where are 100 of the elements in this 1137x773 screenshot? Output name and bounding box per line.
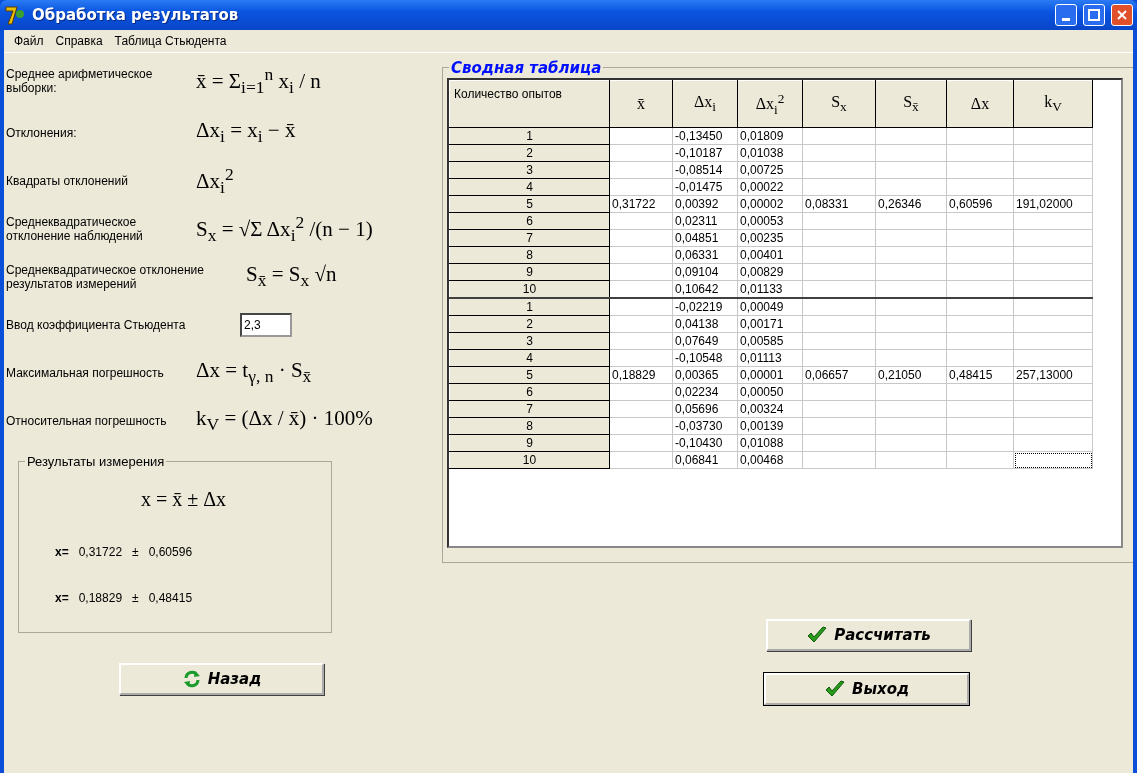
field-label: Ввод коэффициента Стьюдента — [5, 318, 187, 332]
formula-label: Отклонения: — [5, 126, 78, 140]
result-error: 0,60596 — [148, 545, 193, 559]
table-cell: 0,00171 — [737, 315, 803, 333]
menu-item[interactable]: Таблица Стьюдента — [108, 34, 233, 48]
table-cell: 0,00022 — [737, 178, 803, 196]
table-cell — [609, 315, 673, 333]
table-cell — [609, 417, 673, 435]
table-cell: 0,00829 — [737, 263, 803, 281]
table-cell — [946, 383, 1014, 401]
table-cell: 0,01113 — [737, 349, 803, 367]
exit-button[interactable]: Выход — [764, 673, 969, 705]
table-cell — [609, 434, 673, 452]
column-header[interactable]: Δx — [946, 80, 1014, 128]
close-button[interactable] — [1111, 4, 1133, 26]
table-cell — [946, 178, 1014, 196]
table-cell — [609, 212, 673, 230]
table-cell — [946, 400, 1014, 418]
column-header[interactable]: S$_{x}$ — [802, 80, 876, 128]
table-cell: 0,01809 — [737, 127, 803, 145]
table-cell: 0,00365 — [672, 366, 738, 384]
table-cell — [609, 178, 673, 196]
table-cell — [875, 434, 947, 452]
table-cell: 0,00139 — [737, 417, 803, 435]
table-cell — [875, 263, 947, 281]
table-cell — [875, 178, 947, 196]
column-header[interactable]: Количество опытов — [449, 80, 610, 128]
table-cell: 0,48415 — [946, 366, 1014, 384]
app-icon — [4, 4, 26, 26]
plus-minus-sign: ± — [132, 591, 139, 605]
table-cell: -0,01475 — [672, 178, 738, 196]
formula-label: Среднеквадратическое отклонение наблюдений — [5, 215, 144, 243]
minimize-button[interactable] — [1055, 4, 1077, 26]
table-cell — [946, 451, 1014, 469]
table-cell — [946, 144, 1014, 162]
table-cell — [609, 263, 673, 281]
calculate-button[interactable]: Рассчитать — [766, 619, 971, 651]
checkmark-icon — [823, 679, 846, 699]
column-header[interactable]: k$_{V}$ — [1013, 80, 1093, 128]
table-cell: 0,04851 — [672, 229, 738, 247]
table-cell: 0,26346 — [875, 195, 947, 213]
table-cell: 0,21050 — [875, 366, 947, 384]
table-cell — [946, 298, 1014, 316]
table-cell: 0,00002 — [737, 195, 803, 213]
plus-minus-sign: ± — [132, 545, 139, 559]
table-cell: -0,10430 — [672, 434, 738, 452]
table-cell: 0,18829 — [609, 366, 673, 384]
result-formula: x = x̄ ± Δx — [141, 488, 228, 511]
table-cell: 0,06841 — [672, 451, 738, 469]
table-cell — [946, 263, 1014, 281]
formula-label: Относительная погрешность — [5, 414, 168, 428]
table-cell — [875, 451, 947, 469]
table-cell: 0,00468 — [737, 451, 803, 469]
table-cell — [609, 383, 673, 401]
column-header[interactable]: Δx$_{i}$ — [672, 80, 738, 128]
table-cell: 0,00585 — [737, 332, 803, 350]
table-cell: 0,02311 — [672, 212, 738, 230]
table-cell — [875, 332, 947, 350]
minimize-icon — [1062, 17, 1070, 21]
formula: Δx = t$_{γ, n}$ · S$_{x̄}$ — [196, 358, 313, 388]
coefficient-field[interactable]: 2,3 — [240, 313, 292, 337]
formula-label: Максимальная погрешность — [5, 366, 165, 380]
column-header[interactable]: S$_{x̄}$ — [875, 80, 947, 128]
table-cell: 0,00392 — [672, 195, 738, 213]
table-cell — [875, 417, 947, 435]
table-cell: 0,01038 — [737, 144, 803, 162]
table-cell: 0,07649 — [672, 332, 738, 350]
back-button[interactable]: Назад — [119, 663, 324, 695]
table-cell — [609, 161, 673, 179]
table-cell: 0,00725 — [737, 161, 803, 179]
table-cell — [609, 127, 673, 145]
table-cell: 0,60596 — [946, 195, 1014, 213]
maximize-button[interactable] — [1083, 4, 1105, 26]
table-cell: -0,10187 — [672, 144, 738, 162]
table-cell: 0,31722 — [609, 195, 673, 213]
table-cell — [946, 315, 1014, 333]
table-cell — [946, 212, 1014, 230]
table-cell: 0,02234 — [672, 383, 738, 401]
table-cell: 0,01133 — [737, 280, 803, 298]
column-header[interactable]: x̄ — [609, 80, 673, 128]
table-cell: 0,00050 — [737, 383, 803, 401]
table-cell: 0,00235 — [737, 229, 803, 247]
table-cell: 0,00324 — [737, 400, 803, 418]
result-label: x= — [55, 591, 69, 605]
table-cell: 0,04138 — [672, 315, 738, 333]
table-cell: -0,08514 — [672, 161, 738, 179]
table-cell — [609, 144, 673, 162]
table-cell: -0,10548 — [672, 349, 738, 367]
table-cell — [875, 349, 947, 367]
table-cell: -0,03730 — [672, 417, 738, 435]
table-cell — [875, 161, 947, 179]
table-cell — [875, 127, 947, 145]
table-cell — [609, 229, 673, 247]
table-cell: 0,00049 — [737, 298, 803, 316]
checkmark-icon — [806, 625, 829, 645]
menu-item[interactable]: Файл — [8, 34, 50, 48]
table-cell — [946, 434, 1014, 452]
menu-item[interactable]: Справка — [49, 34, 109, 48]
table-cell: 0,08331 — [802, 195, 876, 213]
formula: Δx$_{i}$ = x$_{i}$ − x̄ — [196, 118, 297, 148]
